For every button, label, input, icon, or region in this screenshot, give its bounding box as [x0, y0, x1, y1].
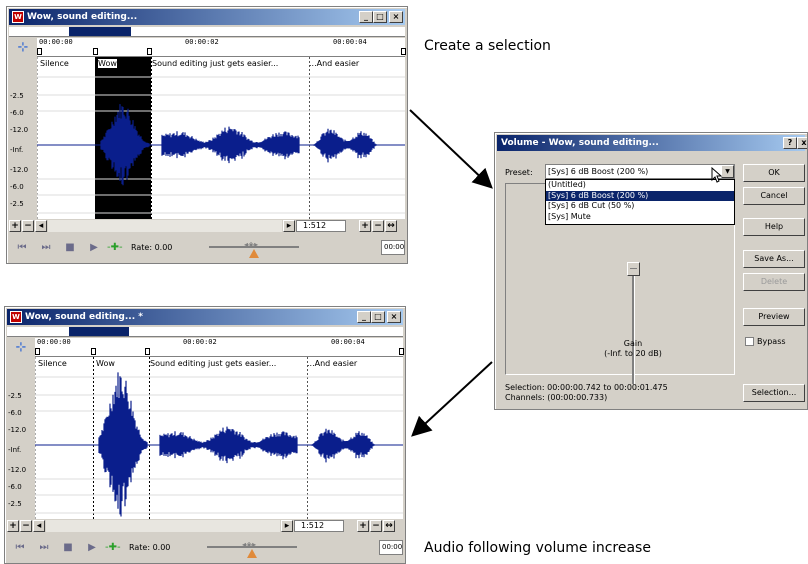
- gain-slider-track[interactable]: [632, 264, 635, 384]
- preset-option[interactable]: [Sys] 6 dB Cut (50 %): [546, 201, 734, 212]
- gain-slider-knob[interactable]: [627, 262, 640, 276]
- bypass-checkbox[interactable]: Bypass: [745, 337, 786, 347]
- help-button[interactable]: Help: [743, 218, 805, 236]
- save-as-button[interactable]: Save As...: [743, 250, 805, 268]
- preset-options-list[interactable]: (Untitled) [Sys] 6 dB Boost (200 %) [Sys…: [545, 179, 735, 225]
- bypass-label: Bypass: [757, 337, 786, 346]
- preset-value: [Sys] 6 dB Boost (200 %): [548, 167, 649, 176]
- arrow-to-dialog: [409, 109, 493, 189]
- gain-caption: Gain (-Inf. to 20 dB): [586, 339, 680, 359]
- close-dialog-button[interactable]: x: [797, 137, 807, 149]
- preset-option[interactable]: [Sys] Mute: [546, 212, 734, 223]
- cancel-button[interactable]: Cancel: [743, 187, 805, 205]
- preview-button[interactable]: Preview: [743, 308, 805, 326]
- ok-button[interactable]: OK: [743, 164, 805, 182]
- selection-info: Selection: 00:00:00.742 to 00:00:01.475: [505, 383, 668, 392]
- gain-label: Gain: [623, 339, 643, 348]
- channels-info: Channels: (00:00:00.733): [505, 393, 608, 402]
- help-title-button[interactable]: ?: [783, 137, 797, 149]
- bypass-checkbox-box[interactable]: [745, 337, 754, 346]
- delete-button[interactable]: Delete: [743, 273, 805, 291]
- preset-option[interactable]: (Untitled): [546, 180, 734, 191]
- dialog-titlebar[interactable]: Volume - Wow, sound editing... ? x: [497, 135, 807, 151]
- preset-label: Preset:: [505, 168, 533, 177]
- arrow-to-result: [411, 361, 493, 437]
- preset-dropdown[interactable]: [Sys] 6 dB Boost (200 %) ▼: [545, 164, 735, 179]
- selection-button[interactable]: Selection...: [743, 384, 805, 402]
- dialog-title: Volume - Wow, sound editing...: [501, 138, 659, 148]
- gain-range: (-Inf. to 20 dB): [604, 349, 662, 358]
- mouse-cursor-icon: [711, 167, 723, 183]
- volume-dialog: Volume - Wow, sound editing... ? x Prese…: [494, 132, 808, 410]
- preset-option-selected[interactable]: [Sys] 6 dB Boost (200 %): [546, 190, 734, 201]
